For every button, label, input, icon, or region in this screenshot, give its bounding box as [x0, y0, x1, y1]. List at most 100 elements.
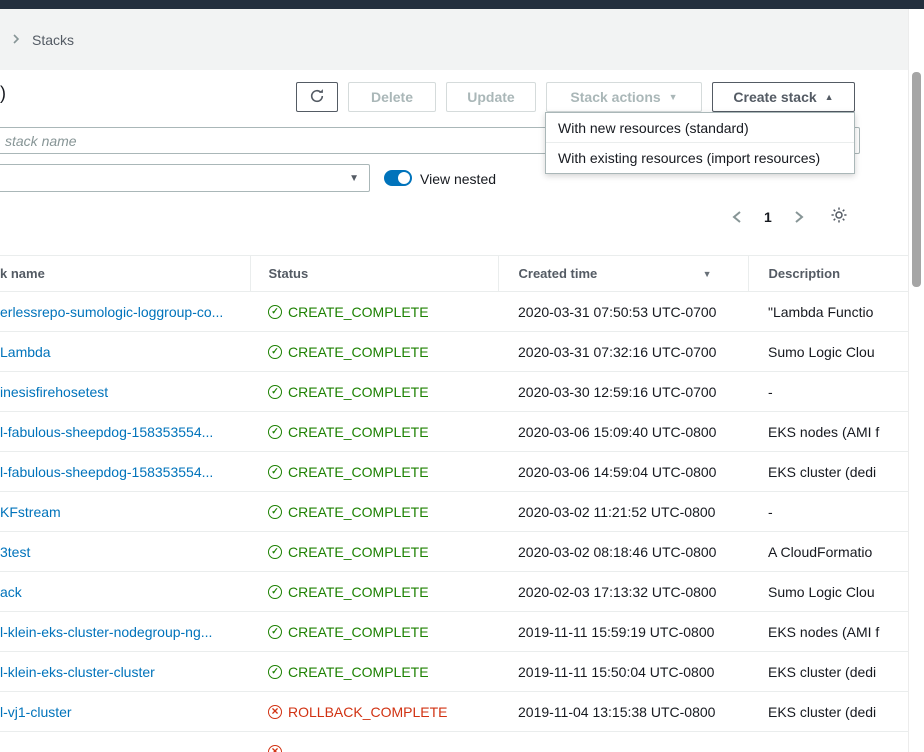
created-time [498, 732, 748, 752]
check-circle-icon [268, 305, 282, 319]
chevron-down-icon: ▼ [349, 173, 359, 184]
table-row: l-klein-eks-cluster-cluster CREATE_COMPL… [0, 652, 908, 692]
refresh-button[interactable] [296, 82, 338, 112]
table-row: ack CREATE_COMPLETE 2020-02-03 17:13:32 … [0, 572, 908, 612]
stack-name-link[interactable]: l-klein-eks-cluster-cluster [0, 664, 155, 680]
toggle-knob [398, 172, 410, 184]
chevron-down-icon: ▼ [669, 93, 678, 102]
pagination: 1 [732, 206, 848, 228]
created-time: 2020-03-02 08:18:46 UTC-0800 [498, 532, 748, 572]
view-nested-label: View nested [420, 171, 496, 187]
stack-name-link[interactable]: KFstream [0, 504, 61, 520]
created-time: 2020-02-03 17:13:32 UTC-0800 [498, 572, 748, 612]
stacks-table: k name Status Created time ▼ Description… [0, 255, 908, 752]
stack-name-link[interactable]: l-fabulous-sheepdog-158353554... [0, 464, 213, 480]
update-button[interactable]: Update [446, 82, 536, 112]
status-badge: CREATE_COMPLETE [268, 504, 498, 520]
created-time: 2020-03-30 12:59:16 UTC-0700 [498, 372, 748, 412]
status-badge [268, 745, 498, 752]
current-page[interactable]: 1 [764, 209, 772, 225]
stack-name-link[interactable]: erlessrepo-sumologic-loggroup-co... [0, 304, 223, 320]
next-page-button[interactable] [794, 210, 804, 224]
created-time: 2020-03-06 15:09:40 UTC-0800 [498, 412, 748, 452]
status-label: CREATE_COMPLETE [288, 504, 429, 520]
check-circle-icon [268, 465, 282, 479]
page-title: ) [0, 83, 6, 104]
table-row: l-klein-eks-cluster-nodegroup-ng... CREA… [0, 612, 908, 652]
table-row: erlessrepo-sumologic-loggroup-co... CREA… [0, 292, 908, 332]
breadcrumb-chevron-icon [12, 32, 20, 48]
check-circle-icon [268, 345, 282, 359]
status-badge: CREATE_COMPLETE [268, 584, 498, 600]
status-badge: CREATE_COMPLETE [268, 424, 498, 440]
x-circle-icon [268, 745, 282, 752]
status-label: CREATE_COMPLETE [288, 384, 429, 400]
stack-actions-button[interactable]: Stack actions ▼ [546, 82, 702, 112]
status-badge: ROLLBACK_COMPLETE [268, 704, 498, 720]
description: - [768, 384, 773, 400]
description: Sumo Logic Clou [768, 584, 875, 600]
breadcrumb-bar: Stacks [0, 9, 908, 70]
stack-name-link[interactable]: ack [0, 584, 22, 600]
check-circle-icon [268, 545, 282, 559]
stack-name-link[interactable]: l-klein-eks-cluster-nodegroup-ng... [0, 624, 212, 640]
status-badge: CREATE_COMPLETE [268, 624, 498, 640]
created-time: 2020-03-31 07:32:16 UTC-0700 [498, 332, 748, 372]
table-row: KFstream CREATE_COMPLETE 2020-03-02 11:2… [0, 492, 908, 532]
toolbar: Delete Update Stack actions ▼ Create sta… [296, 82, 855, 112]
status-label: CREATE_COMPLETE [288, 624, 429, 640]
column-header-created-time[interactable]: Created time ▼ [498, 256, 748, 292]
status-label: CREATE_COMPLETE [288, 664, 429, 680]
menu-item-new-resources[interactable]: With new resources (standard) [546, 113, 854, 143]
status-label: ROLLBACK_COMPLETE [288, 704, 448, 720]
column-header-description: Description [748, 256, 908, 292]
top-nav-bar [0, 0, 924, 9]
create-stack-button[interactable]: Create stack ▲ [712, 82, 855, 112]
stacks-panel: ) Delete Update Stack actions ▼ Create s… [0, 70, 908, 752]
x-circle-icon [268, 705, 282, 719]
created-time-header-label: Created time [519, 266, 598, 281]
column-header-status[interactable]: Status [250, 256, 498, 292]
description: A CloudFormatio [768, 544, 872, 560]
menu-item-existing-resources[interactable]: With existing resources (import resource… [546, 143, 854, 173]
created-time: 2019-11-11 15:50:04 UTC-0800 [498, 652, 748, 692]
created-time: 2020-03-06 14:59:04 UTC-0800 [498, 452, 748, 492]
check-circle-icon [268, 385, 282, 399]
check-circle-icon [268, 425, 282, 439]
table-row: l-fabulous-sheepdog-158353554... CREATE_… [0, 412, 908, 452]
status-label: CREATE_COMPLETE [288, 424, 429, 440]
status-badge: CREATE_COMPLETE [268, 384, 498, 400]
view-nested-toggle[interactable] [384, 170, 412, 186]
description: - [768, 504, 773, 520]
vertical-scrollbar-track[interactable] [908, 9, 924, 752]
check-circle-icon [268, 625, 282, 639]
create-stack-menu: With new resources (standard) With exist… [545, 112, 855, 174]
stack-name-link[interactable]: inesisfirehosetest [0, 384, 108, 400]
table-row [0, 732, 908, 752]
description: EKS nodes (AMI f [768, 624, 879, 640]
previous-page-button[interactable] [732, 210, 742, 224]
delete-button[interactable]: Delete [348, 82, 436, 112]
status-badge: CREATE_COMPLETE [268, 544, 498, 560]
stack-name-link[interactable]: l-fabulous-sheepdog-158353554... [0, 424, 213, 440]
vertical-scrollbar-thumb[interactable] [912, 72, 921, 287]
stack-status-filter-select[interactable]: ▼ [0, 164, 370, 192]
stack-name-link[interactable]: 3test [0, 544, 30, 560]
status-label: CREATE_COMPLETE [288, 344, 429, 360]
create-stack-label: Create stack [733, 89, 816, 105]
created-time: 2020-03-31 07:50:53 UTC-0700 [498, 292, 748, 332]
column-header-stack-name[interactable]: k name [0, 256, 250, 292]
description: EKS cluster (dedi [768, 704, 876, 720]
table-row: inesisfirehosetest CREATE_COMPLETE 2020-… [0, 372, 908, 412]
table-row: Lambda CREATE_COMPLETE 2020-03-31 07:32:… [0, 332, 908, 372]
breadcrumb-item-stacks[interactable]: Stacks [32, 32, 74, 48]
status-badge: CREATE_COMPLETE [268, 304, 498, 320]
description: Sumo Logic Clou [768, 344, 875, 360]
status-label: CREATE_COMPLETE [288, 584, 429, 600]
stack-name-link[interactable]: l-vj1-cluster [0, 704, 72, 720]
preferences-button[interactable] [830, 206, 848, 229]
table-header-row: k name Status Created time ▼ Description [0, 256, 908, 292]
stack-name-link[interactable]: Lambda [0, 344, 51, 360]
table-row: l-fabulous-sheepdog-158353554... CREATE_… [0, 452, 908, 492]
status-label: CREATE_COMPLETE [288, 464, 429, 480]
